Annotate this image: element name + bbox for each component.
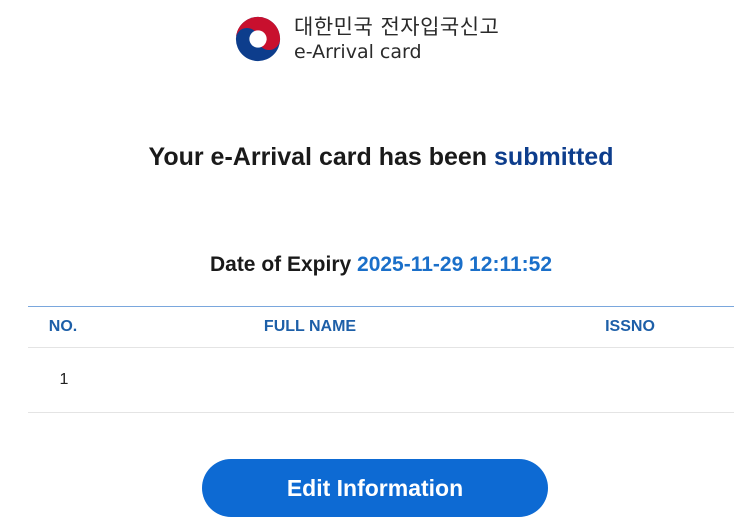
korea-emblem-icon xyxy=(235,16,281,62)
expiry-label: Date of Expiry xyxy=(209,253,358,276)
column-header-issno: ISSNO xyxy=(605,318,655,335)
brand-title-korean: 대한민국 전자입국신고 xyxy=(294,14,500,39)
edit-information-button[interactable]: Edit Information xyxy=(202,459,548,517)
brand-title-english: e-Arrival card xyxy=(294,40,422,63)
site-header: 대한민국 전자입국신고 e-Arrival card xyxy=(234,14,499,64)
expiry-line: Date of Expiry 2025-11-29 12:11:52 xyxy=(0,253,740,277)
expiry-value: 2025-11-29 12:11:52 xyxy=(357,253,553,276)
headline-text: Your e-Arrival card has been xyxy=(148,143,495,171)
headline-status: submitted xyxy=(494,143,614,171)
submission-headline: Your e-Arrival card has been submitted xyxy=(0,143,740,172)
table-header-row: NO. FULL NAME ISSNO xyxy=(28,307,734,348)
cell-no: 1 xyxy=(59,371,69,388)
cell-issno xyxy=(584,348,676,412)
column-header-no: NO. xyxy=(48,318,78,335)
brand-text: 대한민국 전자입국신고 e-Arrival card xyxy=(294,14,500,63)
cell-full-name xyxy=(198,348,422,412)
table-row: 1 xyxy=(28,348,734,413)
arrival-card-table: NO. FULL NAME ISSNO 1 xyxy=(28,306,734,413)
column-header-full-name: FULL NAME xyxy=(263,318,357,335)
